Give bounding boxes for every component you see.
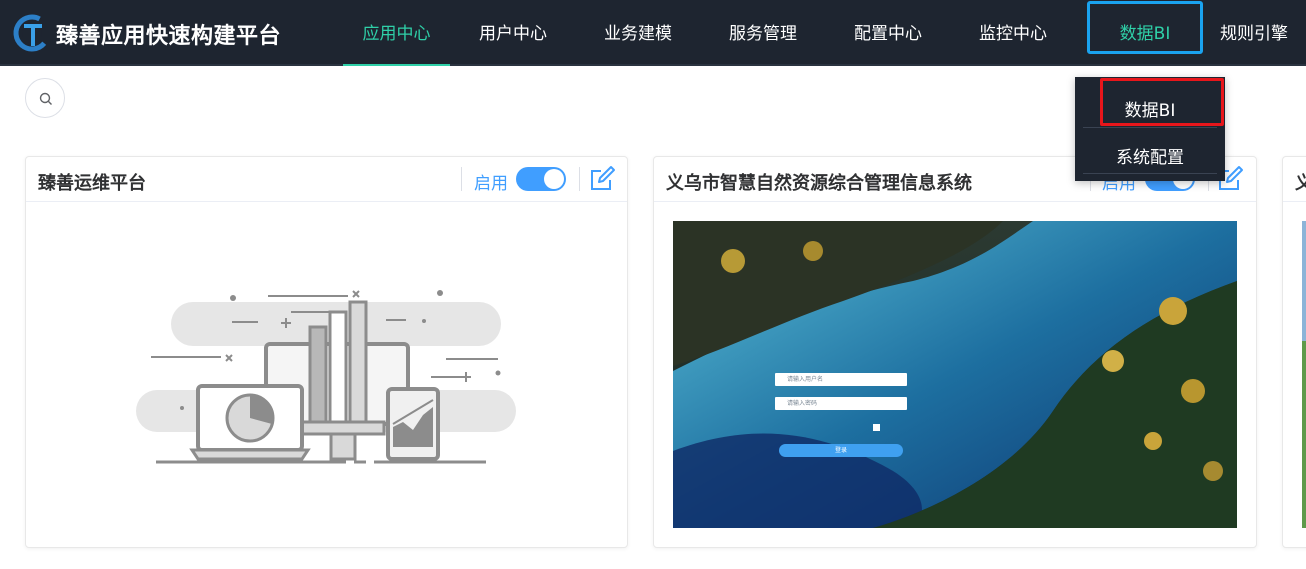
card-title: 义乌市智慧自然资源综合管理信息系统 (666, 173, 972, 194)
search-icon (39, 92, 52, 105)
dropdown-divider (1083, 173, 1217, 174)
password-field: 请输入密码 (775, 397, 907, 410)
nav-tab-label: 用户中心 (479, 24, 547, 44)
dropdown-item-system-config[interactable]: 系统配置 (1075, 143, 1225, 168)
nav-tab-app-center[interactable]: 应用中心 (343, 0, 450, 66)
top-navigation-bar: 臻善应用快速构建平台 应用中心 用户中心 业务建模 服务管理 配置中心 监控中心… (0, 0, 1306, 66)
brand-title: 臻善应用快速构建平台 (56, 24, 282, 49)
enable-switch[interactable] (516, 167, 566, 191)
active-tab-indicator (343, 64, 450, 66)
nav-tab-rule-engine[interactable]: 规则引擎 (1220, 0, 1306, 66)
nav-tab-user-center[interactable]: 用户中心 (468, 0, 558, 66)
divider (579, 167, 580, 191)
landscape-image (673, 221, 1237, 528)
nav-tab-label: 配置中心 (854, 24, 922, 44)
platform-logo-icon (13, 14, 50, 52)
nav-tab-label: 数据BI (1119, 24, 1171, 44)
app-card[interactable]: 臻善运维平台 启用 (25, 156, 628, 548)
app-preview-image (1302, 221, 1306, 528)
dropdown-item-data-bi[interactable]: 数据BI (1075, 96, 1225, 121)
card-title: 臻善运维平台 (38, 173, 146, 194)
nav-tab-label: 业务建模 (604, 24, 672, 44)
divider (461, 167, 462, 191)
nav-tab-data-bi[interactable]: 数据BI (1090, 0, 1200, 66)
search-button[interactable] (25, 78, 65, 118)
card-header: 臻善运维平台 启用 (26, 157, 627, 202)
app-card[interactable]: 义 (1282, 156, 1306, 548)
app-preview-image: 请输入用户名 请输入密码 登录 (673, 221, 1237, 528)
switch-knob (544, 169, 564, 189)
nav-tab-config-center[interactable]: 配置中心 (843, 0, 933, 66)
app-card[interactable]: 义乌市智慧自然资源综合管理信息系统 启用 请输入用户名 请输入密码 登录 (653, 156, 1257, 548)
nav-tab-monitor-center[interactable]: 监控中心 (968, 0, 1058, 66)
data-bi-dropdown-menu: 数据BI 系统配置 (1075, 77, 1225, 181)
nav-tab-business-modeling[interactable]: 业务建模 (593, 0, 683, 66)
card-title: 义 (1295, 169, 1306, 195)
edit-icon[interactable] (588, 165, 616, 193)
remember-checkbox (873, 424, 880, 431)
username-field: 请输入用户名 (775, 373, 907, 386)
nav-tab-label: 应用中心 (362, 24, 431, 44)
dropdown-divider (1083, 127, 1217, 128)
nav-tab-label: 监控中心 (979, 24, 1047, 44)
card-header: 义 (1283, 157, 1306, 202)
nav-tab-label: 规则引擎 (1220, 24, 1288, 44)
status-label: 启用 (474, 174, 508, 194)
nav-tab-label: 服务管理 (729, 24, 797, 44)
no-preview-illustration (136, 290, 516, 464)
nav-tab-service-management[interactable]: 服务管理 (718, 0, 808, 66)
login-button: 登录 (779, 444, 903, 457)
